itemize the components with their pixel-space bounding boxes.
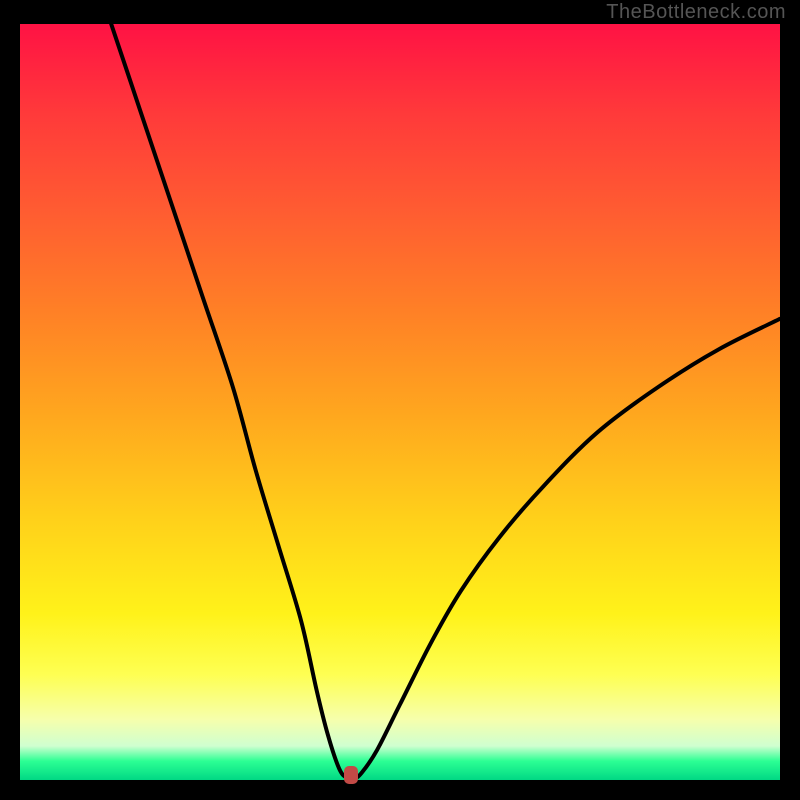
chart-frame: TheBottleneck.com xyxy=(0,0,800,800)
plot-area xyxy=(20,24,780,780)
watermark-label: TheBottleneck.com xyxy=(606,1,786,24)
minimum-marker xyxy=(344,766,358,784)
bottleneck-curve xyxy=(111,24,780,779)
curve-svg xyxy=(20,24,780,780)
